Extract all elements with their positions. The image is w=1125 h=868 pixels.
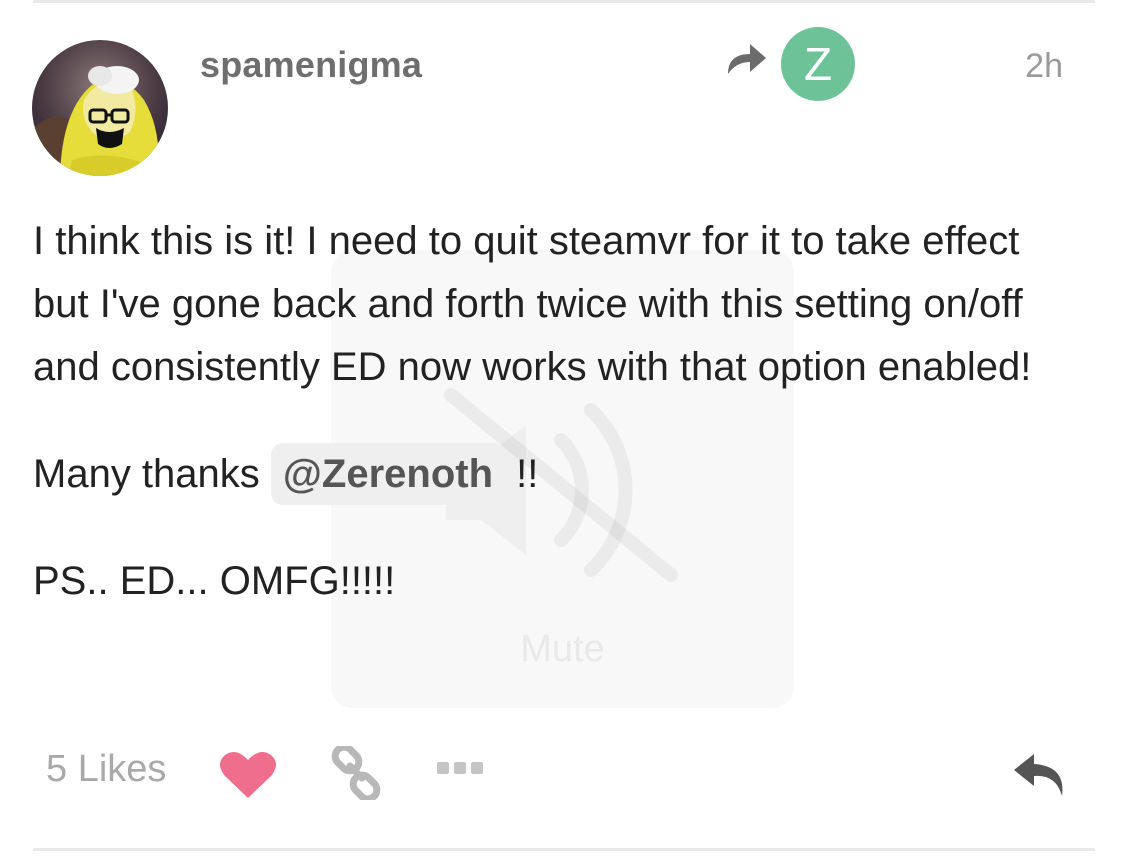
post-body: I think this is it! I need to quit steam… [33, 210, 1063, 613]
thanks-suffix: !! [505, 452, 539, 496]
post-page: Mute spamenigma Z 2h I think this is it!… [0, 0, 1125, 868]
heart-icon[interactable] [219, 750, 277, 800]
mute-label: Mute [520, 628, 605, 670]
reply-to-avatar[interactable]: Z [781, 27, 855, 101]
reply-to-arrow-icon [728, 44, 766, 74]
top-divider [33, 0, 1095, 3]
thanks-text: Many thanks [33, 452, 271, 496]
bottom-divider [33, 848, 1095, 851]
username[interactable]: spamenigma [200, 44, 422, 86]
post-time[interactable]: 2h [1025, 47, 1063, 86]
reply-icon[interactable] [1012, 750, 1068, 798]
likes-count[interactable]: 5 Likes [46, 748, 166, 791]
link-icon[interactable] [330, 746, 382, 800]
avatar[interactable] [32, 40, 168, 176]
post-paragraph: I think this is it! I need to quit steam… [33, 219, 1032, 389]
user-mention[interactable]: @Zerenoth [270, 443, 506, 505]
more-icon[interactable] [437, 762, 483, 776]
post-paragraph: Many thanks @Zerenoth !! [33, 443, 1063, 506]
post-paragraph: PS.. ED... OMFG!!!!! [33, 559, 396, 603]
